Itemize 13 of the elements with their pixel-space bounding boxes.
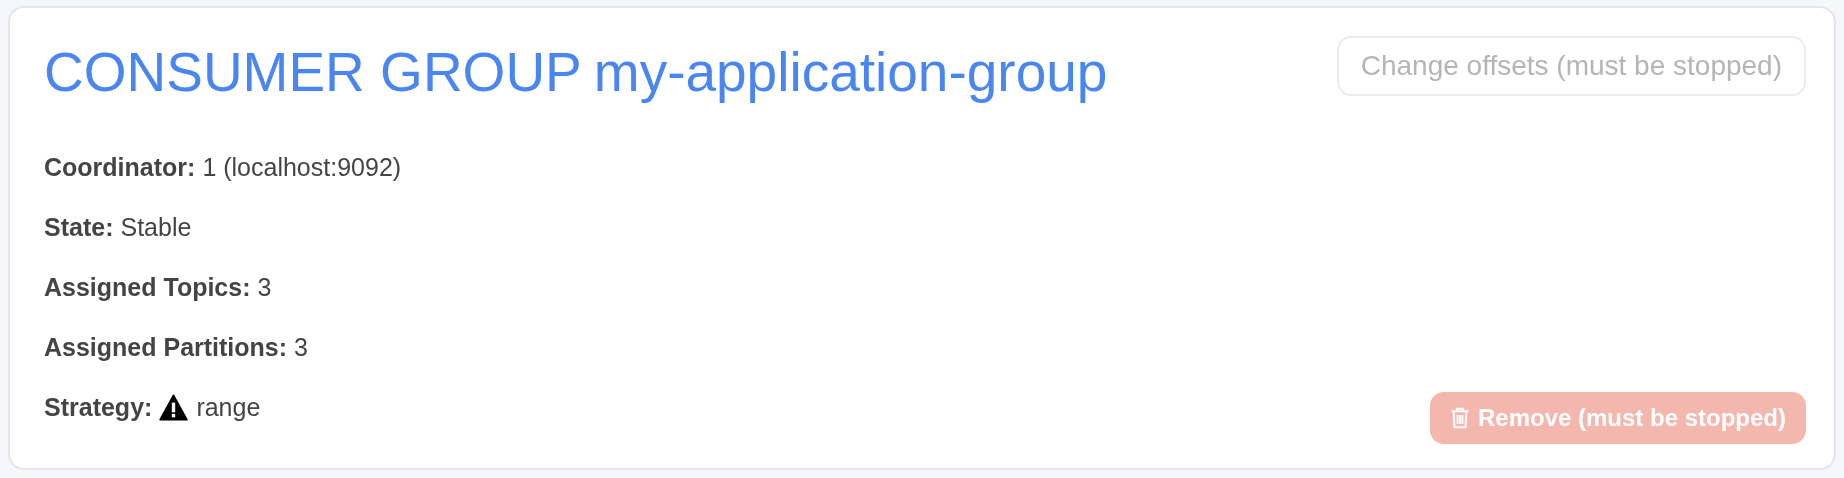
detail-label: Coordinator: bbox=[44, 152, 196, 183]
detail-value: 3 bbox=[294, 332, 308, 363]
detail-label: Assigned Topics: bbox=[44, 272, 251, 303]
detail-label: State: bbox=[44, 212, 114, 243]
detail-value: 1 (localhost:9092) bbox=[202, 152, 402, 183]
detail-value: Stable bbox=[120, 212, 192, 243]
group-name: my-application-group bbox=[593, 41, 1108, 103]
detail-label: Strategy: bbox=[44, 392, 153, 423]
trash-icon bbox=[1449, 407, 1470, 429]
title-label: CONSUMER GROUP bbox=[44, 41, 582, 103]
detail-value: range bbox=[196, 392, 261, 423]
detail-value: 3 bbox=[257, 272, 272, 303]
detail-label: Assigned Partitions: bbox=[44, 332, 288, 363]
